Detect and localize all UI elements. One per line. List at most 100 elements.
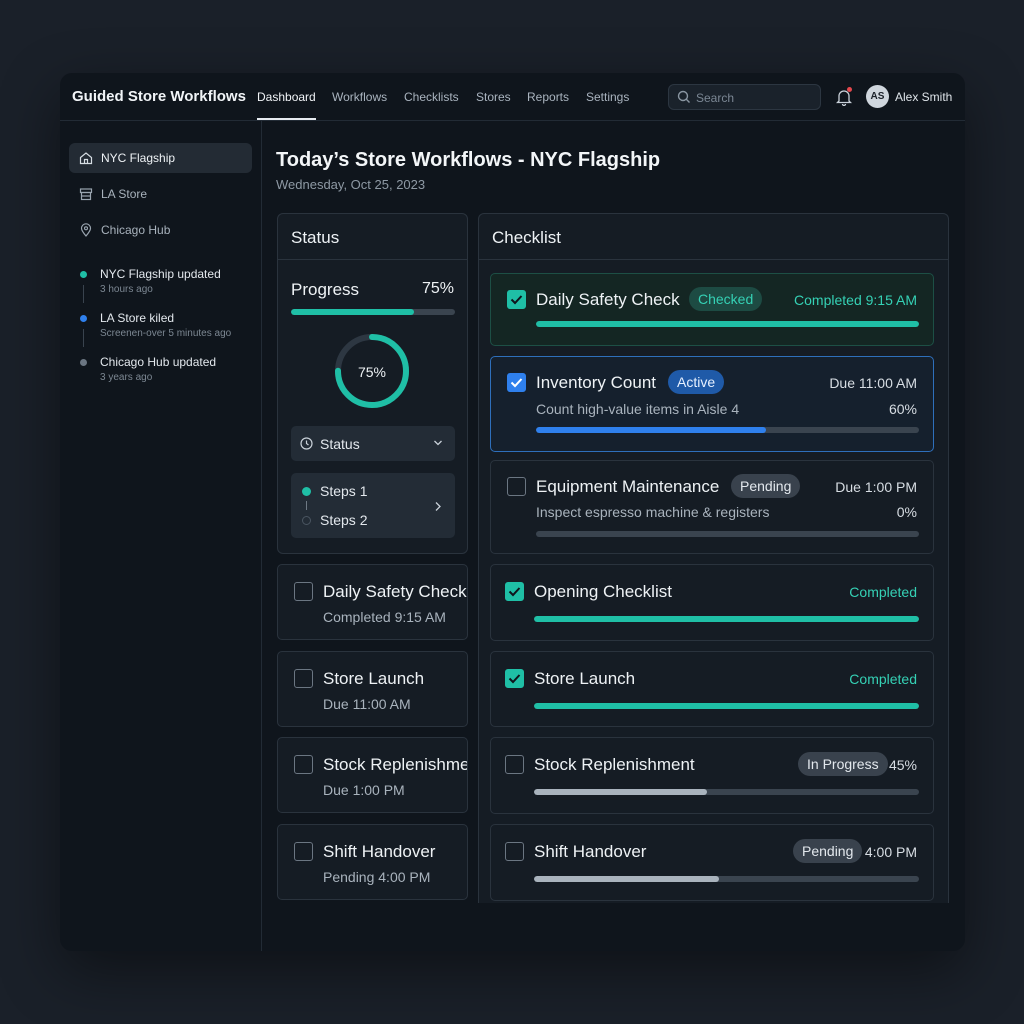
- status-badge: In Progress: [798, 752, 888, 776]
- status-badge: Checked: [689, 287, 763, 311]
- search-icon: [677, 90, 690, 103]
- status-panel-header: Status: [278, 214, 467, 260]
- item-progress-bar: [534, 876, 919, 882]
- nav-settings[interactable]: Settings: [586, 90, 629, 104]
- item-time: Due 11:00 AM: [829, 375, 917, 391]
- chevron-down-icon: [434, 440, 442, 446]
- task-subtitle: Completed 9:15 AM: [323, 609, 446, 625]
- status-heading: Status: [291, 228, 340, 247]
- checklist-item[interactable]: Equipment Maintenance Pending Due 1:00 P…: [490, 460, 934, 554]
- progress-bar-fill: [291, 309, 414, 315]
- checklist-item[interactable]: Opening Checklist Completed: [490, 564, 934, 641]
- item-title: Daily Safety Check: [536, 290, 680, 309]
- page-title: Today’s Store Workflows - NYC Flagship: [276, 149, 661, 171]
- step-dot-complete: [302, 487, 311, 496]
- task-card[interactable]: Daily Safety Check Completed 9:15 AM: [277, 564, 468, 640]
- item-progress-fill: [534, 789, 708, 795]
- item-title: Store Launch: [534, 669, 636, 688]
- checklist-item[interactable]: Shift Handover Pending 4:00 PM: [490, 824, 934, 901]
- task-title: Daily Safety Check: [323, 582, 467, 601]
- item-progress-fill: [534, 703, 919, 709]
- item-checkbox[interactable]: [507, 373, 526, 392]
- clock-icon: [300, 437, 313, 450]
- sidebar: NYC Flagship LA Store Chicago Hub NYC Fl…: [60, 121, 262, 951]
- step-label: Steps 1: [320, 483, 368, 499]
- item-progress-bar: [536, 531, 919, 537]
- item-progress-fill: [536, 321, 919, 327]
- progress-label: Progress: [291, 280, 360, 299]
- item-time: 4:00 PM: [864, 844, 917, 860]
- item-title: Opening Checklist: [534, 582, 672, 601]
- item-checkbox[interactable]: [507, 477, 526, 496]
- item-percent: 45%: [888, 757, 917, 773]
- progress-percent: 75%: [421, 280, 454, 297]
- item-description: Count high-value items in Aisle 4: [536, 401, 740, 417]
- task-title: Shift Handover: [323, 842, 436, 861]
- task-subtitle: Due 11:00 AM: [323, 696, 411, 712]
- step-dot-pending: [302, 516, 311, 525]
- status-badge: Active: [668, 370, 725, 394]
- item-checkbox[interactable]: [505, 842, 524, 861]
- sidebar-item-chicago-hub[interactable]: Chicago Hub: [69, 215, 252, 245]
- app-title: Guided Store Workflows: [72, 88, 246, 105]
- notification-dot: [847, 87, 852, 92]
- user-name[interactable]: Alex Smith: [895, 90, 952, 104]
- item-checkbox[interactable]: [505, 755, 524, 774]
- nav-stores[interactable]: Stores: [476, 90, 511, 104]
- chevron-right-icon: [435, 502, 441, 511]
- step-label: Steps 2: [320, 512, 368, 528]
- item-progress-fill: [534, 876, 719, 882]
- task-title: Store Launch: [323, 669, 425, 688]
- activity-title: Chicago Hub updated: [100, 355, 217, 369]
- donut-label: 75%: [357, 364, 387, 380]
- nav-dashboard[interactable]: Dashboard: [257, 90, 316, 104]
- item-progress-bar: [536, 321, 919, 327]
- status-dropdown[interactable]: Status: [291, 426, 455, 461]
- task-checkbox[interactable]: [294, 842, 313, 861]
- item-time: Due 1:00 PM: [835, 479, 917, 495]
- search-input[interactable]: Search: [668, 84, 821, 110]
- checklist-item[interactable]: Store Launch Completed: [490, 651, 934, 727]
- check-icon: [508, 587, 521, 597]
- checklist-item[interactable]: Stock Replenishment In Progress 45%: [490, 737, 934, 814]
- activity-time: 3 hours ago: [100, 284, 153, 295]
- task-card[interactable]: Stock Replenishment Due 1:00 PM: [277, 737, 468, 813]
- sidebar-item-label: NYC Flagship: [101, 151, 176, 165]
- item-progress-fill: [536, 427, 766, 433]
- avatar[interactable]: AS: [866, 85, 889, 108]
- checklist-panel-header: Checklist: [479, 214, 948, 260]
- timeline-line: [83, 285, 84, 303]
- task-checkbox[interactable]: [294, 669, 313, 688]
- item-checkbox[interactable]: [507, 290, 526, 309]
- nav-workflows[interactable]: Workflows: [332, 90, 387, 104]
- activity-title: NYC Flagship updated: [100, 267, 221, 281]
- item-progress-fill: [534, 616, 919, 622]
- sidebar-item-la-store[interactable]: LA Store: [69, 179, 252, 209]
- sidebar-item-label: Chicago Hub: [101, 223, 171, 237]
- top-bar: Guided Store Workflows Dashboard Workflo…: [60, 73, 965, 121]
- checklist-item[interactable]: Inventory Count Active Due 11:00 AM Coun…: [490, 356, 934, 452]
- task-checkbox[interactable]: [294, 582, 313, 601]
- status-dot: [80, 359, 87, 366]
- item-status: Completed: [849, 671, 917, 687]
- activity-title: LA Store kiled: [100, 311, 175, 325]
- task-title: Stock Replenishment: [323, 755, 468, 774]
- nav-reports[interactable]: Reports: [527, 90, 569, 104]
- timeline-line: [83, 329, 84, 347]
- nav-checklists[interactable]: Checklists: [404, 90, 459, 104]
- home-icon: [79, 152, 93, 165]
- checklist-item[interactable]: Daily Safety Check Checked Completed 9:1…: [490, 273, 934, 346]
- item-title: Equipment Maintenance: [536, 477, 720, 496]
- item-checkbox[interactable]: [505, 582, 524, 601]
- status-dot: [80, 271, 87, 278]
- storefront-icon: [79, 188, 93, 201]
- task-checkbox[interactable]: [294, 755, 313, 774]
- check-icon: [510, 295, 523, 305]
- task-subtitle: Pending 4:00 PM: [323, 869, 431, 885]
- task-card[interactable]: Shift Handover Pending 4:00 PM: [277, 824, 468, 900]
- steps-list[interactable]: Steps 1 Steps 2: [291, 473, 455, 538]
- item-checkbox[interactable]: [505, 669, 524, 688]
- task-card[interactable]: Store Launch Due 11:00 AM: [277, 651, 468, 727]
- sidebar-item-nyc-flagship[interactable]: NYC Flagship: [69, 143, 252, 173]
- status-dropdown-label: Status: [320, 436, 360, 452]
